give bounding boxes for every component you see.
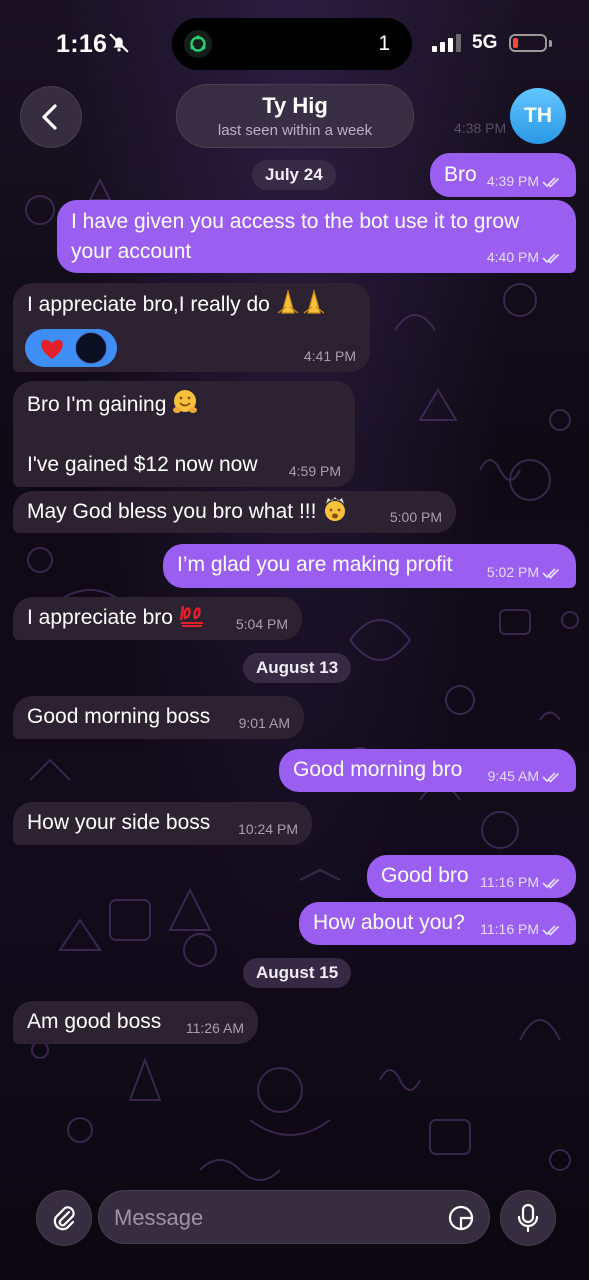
hugging-face-emoji xyxy=(173,390,198,413)
message-time: 11:16 PM xyxy=(480,922,562,936)
microphone-icon xyxy=(517,1203,539,1233)
status-time: 1:16 xyxy=(56,30,108,58)
last-seen-status: last seen within a week xyxy=(217,122,373,139)
message-bubble-incoming[interactable]: I appreciate bro 5:04 PM xyxy=(13,597,302,640)
message-placeholder: Message xyxy=(114,1205,204,1230)
message-text-line: I have given you access to the bot use i… xyxy=(71,210,520,233)
message-bubble-outgoing[interactable]: Bro 4:39 PM xyxy=(430,153,576,197)
message-time: 5:04 PM xyxy=(235,616,288,632)
double-check-icon xyxy=(542,568,560,579)
island-count: 1 xyxy=(378,32,390,55)
message-input[interactable]: Message xyxy=(98,1190,490,1244)
message-time: 11:26 AM xyxy=(185,1020,244,1036)
message-bubble-outgoing[interactable]: Good bro 11:16 PM xyxy=(367,855,576,898)
message-time: 9:01 AM xyxy=(238,715,290,731)
red-heart-icon xyxy=(41,339,63,359)
message-text: I’m glad you are making profit xyxy=(177,553,453,576)
folded-hands-emoji xyxy=(277,289,325,314)
back-chevron-icon xyxy=(42,104,57,130)
message-text: May God bless you bro what !!! xyxy=(27,496,348,527)
exploding-head-emoji xyxy=(325,497,346,521)
message-bubble-incoming[interactable]: Bro I'm gaining I've gained $12 now now … xyxy=(13,381,355,487)
double-check-icon xyxy=(542,925,560,936)
message-time: 4:39 PM xyxy=(487,174,562,188)
date-separator: August 15 xyxy=(243,958,352,988)
reaction-chip[interactable] xyxy=(25,329,117,367)
message-time: 11:16 PM xyxy=(480,875,562,889)
hundred-points-emoji xyxy=(179,605,203,627)
message-bubble-incoming[interactable]: Good morning boss 9:01 AM xyxy=(13,696,304,739)
message-text: Good morning boss xyxy=(27,705,211,728)
double-check-icon xyxy=(542,772,560,783)
message-text-line: Bro I'm gaining xyxy=(27,389,198,420)
back-button[interactable] xyxy=(20,86,82,148)
message-text: I appreciate bro,I really do xyxy=(27,289,330,320)
message-bubble-outgoing[interactable]: How about you? 11:16 PM xyxy=(299,902,576,945)
message-time: 4:41 PM xyxy=(303,348,356,364)
double-check-icon xyxy=(542,253,560,264)
message-text: Am good boss xyxy=(27,1010,162,1033)
contact-name: Ty Hig xyxy=(262,93,328,118)
attach-button[interactable] xyxy=(36,1190,92,1246)
battery-icon xyxy=(509,34,547,52)
message-bubble-outgoing[interactable]: I have given you access to the bot use i… xyxy=(57,200,576,273)
message-bubble-incoming[interactable]: How your side boss 10:24 PM xyxy=(13,802,312,845)
message-bubble-incoming[interactable]: I appreciate bro,I really do 4:41 PM xyxy=(13,283,370,372)
message-bubble-outgoing[interactable]: Good morning bro 9:45 AM xyxy=(279,749,576,792)
message-time: 4:59 PM xyxy=(288,463,341,479)
message-time: 4:40 PM xyxy=(487,250,562,264)
chat-title[interactable]: Ty Hig last seen within a week xyxy=(176,84,414,148)
activity-icon xyxy=(184,30,212,58)
partially-hidden-time: 4:38 PM xyxy=(454,120,507,136)
attach-paperclip-icon xyxy=(53,1206,75,1231)
message-text: Good morning bro xyxy=(293,758,463,781)
message-time: 5:00 PM xyxy=(389,509,442,525)
battery-tip xyxy=(549,40,552,47)
dynamic-island[interactable]: 1 xyxy=(172,18,412,70)
sticker-icon[interactable] xyxy=(447,1204,475,1232)
message-text: Bro xyxy=(444,163,477,186)
message-text-line: I've gained $12 now now xyxy=(27,453,258,476)
message-bubble-incoming[interactable]: May God bless you bro what !!! 5:00 PM xyxy=(13,491,456,533)
message-time: 10:24 PM xyxy=(238,821,298,837)
double-check-icon xyxy=(542,878,560,889)
double-check-icon xyxy=(542,177,560,188)
support-avatar-icon xyxy=(75,332,107,364)
message-text: How your side boss xyxy=(27,811,211,834)
silent-bell-icon xyxy=(109,33,129,53)
status-bar: 1:16 1 5G xyxy=(0,0,589,80)
message-text: Good bro xyxy=(381,864,469,887)
network-type: 5G xyxy=(472,32,498,53)
message-text: I appreciate bro xyxy=(27,602,207,633)
cell-signal-icon xyxy=(432,34,461,52)
message-bubble-incoming[interactable]: Am good boss 11:26 AM xyxy=(13,1001,258,1044)
message-text-line: your account xyxy=(71,240,192,263)
message-text: How about you? xyxy=(313,911,465,934)
contact-avatar[interactable]: TH xyxy=(510,88,566,144)
date-separator: August 13 xyxy=(243,653,352,683)
date-separator: July 24 xyxy=(252,160,336,190)
message-time: 5:02 PM xyxy=(487,565,562,579)
message-bubble-outgoing[interactable]: I’m glad you are making profit 5:02 PM xyxy=(163,544,576,588)
microphone-button[interactable] xyxy=(500,1190,556,1246)
message-time: 9:45 AM xyxy=(488,769,562,783)
